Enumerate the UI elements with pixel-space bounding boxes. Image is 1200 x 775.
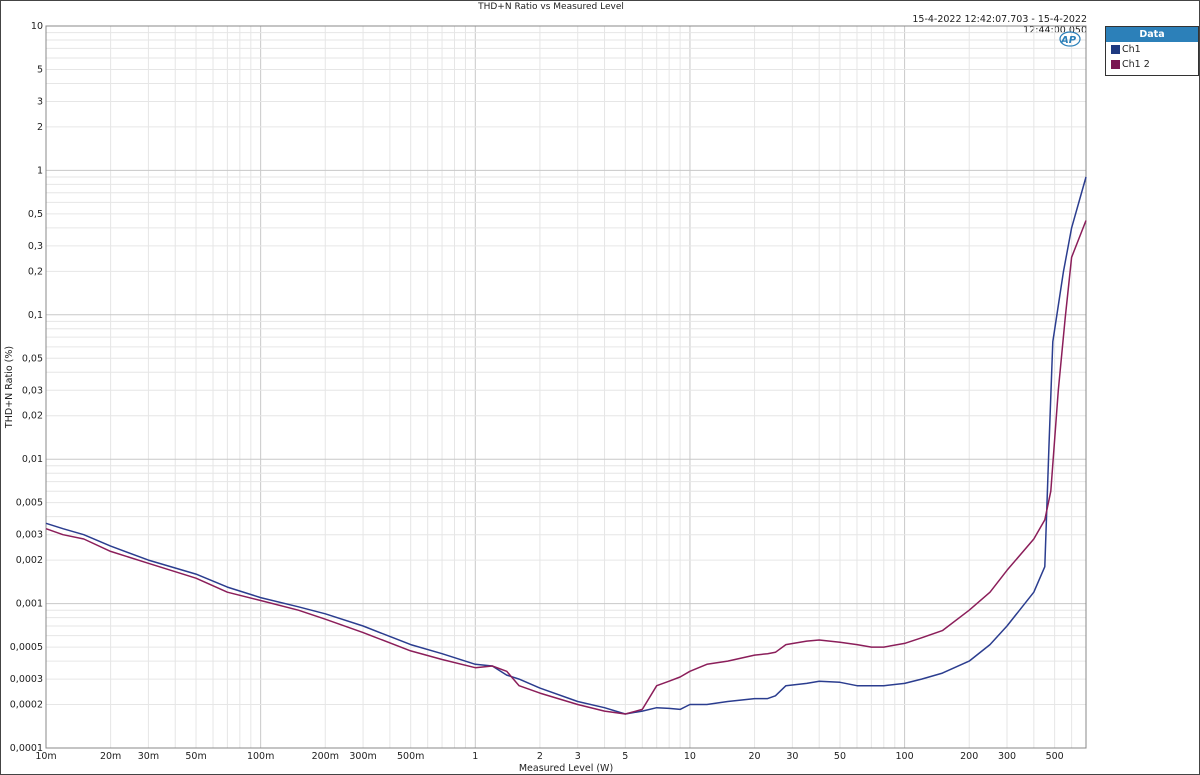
y-tick-label: 0,002 xyxy=(16,555,43,566)
x-tick-label: 50 xyxy=(834,751,846,762)
y-tick-label: 3 xyxy=(37,97,43,108)
x-tick-label: 200m xyxy=(312,751,339,762)
y-tick-label: 0,005 xyxy=(16,498,43,509)
x-tick-label: 30m xyxy=(138,751,159,762)
legend-item-ch1[interactable]: Ch1 xyxy=(1106,42,1198,57)
x-tick-label: 300 xyxy=(998,751,1016,762)
x-axis-label: Measured Level (W) xyxy=(519,763,613,774)
x-tick-label: 10 xyxy=(684,751,696,762)
y-tick-label: 0,3 xyxy=(28,241,43,252)
x-tick-label: 30 xyxy=(786,751,798,762)
x-tick-label: 2 xyxy=(537,751,543,762)
y-tick-label: 0,5 xyxy=(28,209,43,220)
ap-logo-icon: AP xyxy=(1059,31,1081,47)
series-line-ch1-2 xyxy=(45,220,1087,715)
y-tick-label: 0,001 xyxy=(16,599,43,610)
x-tick-label: 20 xyxy=(749,751,761,762)
legend-label: Ch1 2 xyxy=(1122,59,1150,70)
y-tick-label: 1 xyxy=(37,165,43,176)
y-tick-label: 0,01 xyxy=(22,454,43,465)
y-tick-label: 10 xyxy=(31,21,43,32)
x-tick-label: 300m xyxy=(349,751,376,762)
x-tick-label: 3 xyxy=(575,751,581,762)
legend-title: Data xyxy=(1106,27,1198,42)
x-tick-label: 100 xyxy=(896,751,914,762)
y-tick-label: 5 xyxy=(37,64,43,75)
legend-swatch-ch1-2 xyxy=(1111,60,1120,69)
legend: Data Ch1 Ch1 2 xyxy=(1105,26,1199,76)
y-tick-label: 2 xyxy=(37,122,43,133)
plot-area: 10m 20m 30m 50m 100m 200m 300m 500m 1 2 3 5 10 20 30 50… xyxy=(4,21,1087,774)
y-tick-label: 0,0001 xyxy=(10,743,43,754)
y-tick-label: 0,2 xyxy=(28,266,43,277)
legend-label: Ch1 xyxy=(1122,44,1141,55)
y-tick-label: 0,03 xyxy=(22,385,43,396)
y-axis-label: THD+N Ratio (%) xyxy=(4,346,15,429)
plot-border xyxy=(45,25,1087,749)
x-tick-label: 200 xyxy=(960,751,978,762)
x-tick-label: 20m xyxy=(100,751,121,762)
series-line-ch1 xyxy=(45,176,1087,715)
x-tick-label: 5 xyxy=(622,751,628,762)
y-tick-label: 0,0003 xyxy=(10,674,43,685)
legend-item-ch1-2[interactable]: Ch1 2 xyxy=(1106,57,1198,72)
legend-swatch-ch1 xyxy=(1111,45,1120,54)
y-tick-label: 0,0002 xyxy=(10,700,43,711)
y-tick-label: 0,02 xyxy=(22,411,43,422)
y-tick-label: 0,1 xyxy=(28,310,43,321)
x-tick-label: 500 xyxy=(1046,751,1064,762)
y-tick-label: 0,003 xyxy=(16,530,43,541)
x-tick-label: 50m xyxy=(185,751,206,762)
x-tick-label: 1 xyxy=(472,751,478,762)
x-tick-label: 500m xyxy=(397,751,424,762)
svg-text:AP: AP xyxy=(1060,35,1077,46)
y-tick-label: 0,0005 xyxy=(10,642,43,653)
x-tick-label: 100m xyxy=(247,751,274,762)
y-tick-label: 0,05 xyxy=(22,353,43,364)
